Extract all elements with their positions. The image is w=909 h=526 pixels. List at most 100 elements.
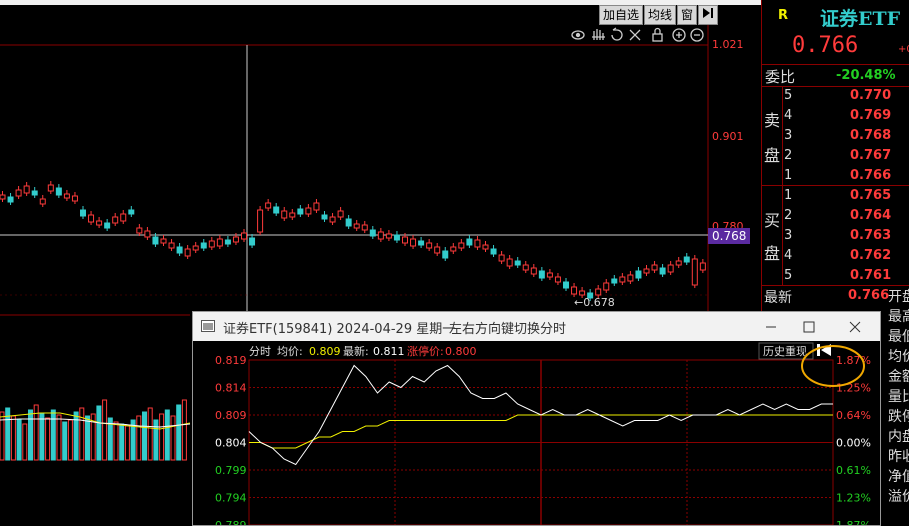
candle-body (402, 236, 408, 244)
level-number: 3 (784, 228, 793, 243)
volume-bar (62, 421, 68, 461)
window-button[interactable]: 窗 (677, 5, 698, 25)
candle-body (385, 233, 392, 239)
level-number: 1 (784, 188, 793, 203)
y-right-tick: 1.25% (836, 382, 871, 395)
candle-body (249, 237, 256, 246)
stat-label: 最高 (888, 309, 909, 325)
collapse-panel-button[interactable] (698, 5, 719, 25)
popup-titlebar[interactable]: 证券ETF(159841) 2024-04-29 星期一 左右方向键切换分时 (193, 312, 880, 341)
level-number: 2 (784, 148, 793, 163)
intraday-popup-window[interactable]: 证券ETF(159841) 2024-04-29 星期一 左右方向键切换分时 分… (192, 311, 881, 526)
candle-body (603, 282, 610, 291)
sell-level-row[interactable]: 2 0.767 (762, 148, 909, 168)
candle-body (47, 184, 54, 192)
candlesticks (0, 181, 706, 301)
y-right-tick: 0.64% (836, 409, 871, 422)
candle-body (651, 264, 658, 271)
candle-body (88, 214, 95, 223)
volume-bar (170, 415, 176, 461)
candle-body (683, 256, 690, 263)
candle-body (369, 229, 376, 237)
add-watchlist-button[interactable]: 加自选 (599, 5, 644, 25)
minimize-button[interactable] (759, 317, 783, 337)
level-number: 1 (784, 168, 793, 183)
stat-label: 昨收 (888, 449, 909, 465)
volume-bar (119, 423, 125, 461)
volume-bar (102, 399, 108, 461)
candle-body (659, 267, 666, 275)
y-tick-1021: 1.021 (712, 38, 744, 51)
volume-bar (39, 413, 45, 461)
candle-body (104, 222, 111, 229)
level-price: 0.766 (850, 168, 892, 183)
arrow-right-bar-icon (703, 8, 714, 18)
candle-body (224, 239, 231, 245)
level-price: 0.763 (850, 228, 892, 243)
candle-body (15, 189, 22, 197)
y-right-tick: 1.23% (836, 492, 871, 505)
candle-body (643, 268, 650, 274)
candle-body (184, 248, 191, 257)
y-right-tick: 1.87% (836, 354, 871, 367)
level-price: 0.767 (850, 148, 892, 163)
buy-level-row[interactable]: 4 0.762 (762, 248, 909, 268)
candle-body (128, 209, 135, 215)
stock-name: 证券ETF (820, 8, 901, 30)
y-tick-0901: 0.901 (712, 130, 744, 143)
history-replay-button[interactable]: 历史重现 (763, 344, 807, 358)
candle-body (530, 267, 537, 275)
candle-body (377, 231, 384, 240)
candle-body (506, 258, 513, 267)
level-number: 4 (784, 248, 793, 263)
volume-bar (142, 411, 147, 461)
sell-level-row[interactable]: 3 0.768 (762, 128, 909, 148)
level-number: 3 (784, 128, 793, 143)
candle-body (434, 246, 441, 254)
candle-body (619, 276, 626, 283)
candle-body (305, 207, 312, 215)
stat-label: 开盘 (888, 289, 909, 305)
candle-body (144, 230, 151, 238)
candle-body (579, 290, 586, 296)
candle-body (554, 276, 561, 283)
buy-level-row[interactable]: 3 0.763 (762, 228, 909, 248)
maximize-icon (803, 321, 815, 333)
sell-level-row[interactable]: 5 0.770 (762, 88, 909, 108)
volume-bar (16, 419, 22, 461)
level-number: 5 (784, 268, 793, 283)
candle-body (321, 214, 328, 220)
candle-body (490, 248, 497, 255)
candle-body (699, 262, 706, 271)
candle-body (418, 240, 425, 246)
limit-up-label: 涨停价: (407, 344, 444, 358)
intraday-grid (249, 359, 833, 525)
stat-label: 内盘 (888, 429, 909, 445)
close-button[interactable] (843, 317, 867, 337)
candle-body (514, 260, 521, 266)
moving-average-button[interactable]: 均线 (644, 5, 677, 25)
level-price: 0.764 (850, 208, 892, 223)
volume-bar (176, 404, 182, 461)
candle-body (112, 216, 119, 224)
candle-body (281, 210, 288, 219)
volume-bar (164, 409, 170, 461)
y-left-tick: 0.814 (215, 382, 247, 395)
buy-level-row[interactable]: 2 0.764 (762, 208, 909, 228)
candle-body (176, 246, 183, 254)
candle-body (546, 272, 553, 278)
candle-body (522, 264, 529, 271)
volume-bar (67, 419, 73, 461)
candle-body (7, 196, 14, 203)
buy-level-row[interactable]: 1 0.765 (762, 188, 909, 208)
volume-bar (50, 409, 56, 461)
level-price: 0.768 (850, 128, 892, 143)
candle-body (667, 264, 674, 273)
candle-body (458, 242, 465, 249)
stat-label: 最低 (888, 329, 909, 345)
intraday-chart[interactable]: 分时 均价: 0.809 最新: 0.811 涨停价: 0.800 历史重现 0… (193, 341, 880, 525)
sell-level-row[interactable]: 4 0.769 (762, 108, 909, 128)
candle-body (265, 202, 272, 209)
volume-bar (136, 415, 142, 461)
maximize-button[interactable] (797, 317, 821, 337)
